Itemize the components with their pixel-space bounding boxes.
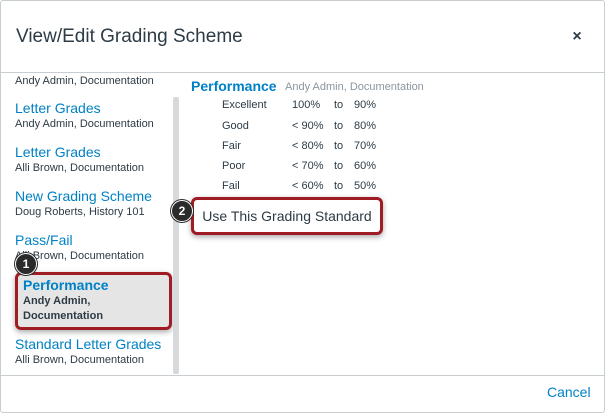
scheme-item-title[interactable]: Standard Letter Grades — [15, 336, 170, 353]
scheme-item-new-grading-scheme[interactable]: New Grading Scheme Doug Roberts, History… — [15, 188, 170, 220]
grade-lower: 80% — [354, 120, 377, 132]
scheme-item-title[interactable]: Letter Grades — [15, 144, 170, 161]
scheme-item-title[interactable]: New Grading Scheme — [15, 188, 170, 205]
scheme-item-letter-grades-andy[interactable]: Letter Grades Andy Admin, Documentation — [15, 100, 170, 132]
grade-upper: < 80% — [292, 140, 324, 152]
scheme-item-standard-letter-grades[interactable]: Standard Letter Grades Alli Brown, Docum… — [15, 336, 170, 368]
scheme-item-subtitle: Doug Roberts, History 101 — [15, 206, 145, 218]
callout-badge-2: 2 — [171, 200, 193, 222]
grade-name: Good — [222, 120, 249, 132]
grade-upper: < 90% — [292, 120, 324, 132]
grade-upper: < 60% — [292, 180, 324, 192]
dialog-title: View/Edit Grading Scheme — [16, 26, 243, 47]
scheme-item-subtitle: Andy Admin, Documentation — [15, 118, 154, 130]
scheme-item-title[interactable]: Pass/Fail — [15, 232, 170, 249]
callout-badge-1: 1 — [15, 253, 37, 275]
scheme-item-subtitle: Alli Brown, Documentation — [15, 354, 145, 366]
scheme-item-pass-fail[interactable]: Pass/Fail Alli Brown, Documentation — [15, 232, 170, 264]
scheme-item-title[interactable]: Letter Grades — [15, 100, 170, 117]
grade-lower: 60% — [354, 160, 377, 172]
scheme-detail-meta: Andy Admin, Documentation — [285, 81, 424, 93]
scheme-item-subtitle: Alli Brown, Documentation — [15, 162, 145, 174]
dialog-footer — [1, 375, 604, 413]
close-button[interactable]: × — [567, 27, 587, 47]
grade-to: to — [334, 140, 344, 152]
grade-upper: < 70% — [292, 160, 324, 172]
scheme-item-subtitle: Andy Admin, Documentation — [15, 75, 154, 87]
scheme-list-scrollbar[interactable] — [173, 97, 179, 374]
scheme-item-0[interactable]: Andy Admin, Documentation — [15, 74, 170, 89]
grade-name: Poor — [222, 160, 246, 172]
grade-lower: 70% — [354, 140, 377, 152]
grade-to: to — [334, 99, 344, 111]
cancel-button[interactable]: Cancel — [547, 384, 591, 400]
scheme-detail-name: Performance — [191, 78, 277, 94]
scheme-item-subtitle: Alli Brown, Documentation — [15, 250, 145, 262]
grade-name: Fail — [222, 180, 240, 192]
grade-lower: 90% — [354, 99, 377, 111]
grade-name: Excellent — [222, 99, 267, 111]
grade-lower: 50% — [354, 180, 377, 192]
grade-to: to — [334, 160, 344, 172]
scheme-item-letter-grades-alli[interactable]: Letter Grades Alli Brown, Documentation — [15, 144, 170, 176]
performance-highlight — [15, 272, 172, 330]
use-grading-standard-button[interactable]: Use This Grading Standard — [191, 197, 383, 235]
grade-to: to — [334, 120, 344, 132]
grading-scheme-dialog: View/Edit Grading Scheme × Andy Admin, D… — [0, 0, 605, 413]
grade-upper: 100% — [292, 99, 321, 111]
grade-to: to — [334, 180, 344, 192]
grade-name: Fair — [222, 140, 241, 152]
